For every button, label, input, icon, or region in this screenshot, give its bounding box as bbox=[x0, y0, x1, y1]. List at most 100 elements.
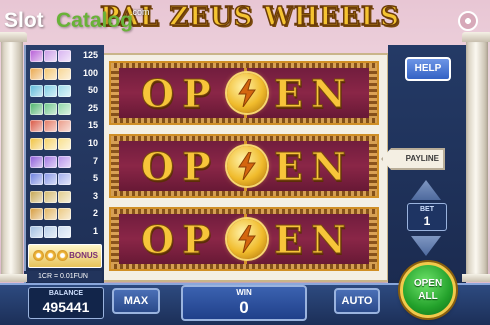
paytable-value: 100 bbox=[82, 67, 98, 78]
bet-label: BET bbox=[420, 206, 434, 213]
win-label: WIN bbox=[236, 288, 252, 297]
bet-display: BET 1 bbox=[407, 203, 447, 231]
balance-value: 495441 bbox=[42, 299, 90, 315]
max-bet-button[interactable]: MAX bbox=[112, 288, 160, 314]
symbol-icon bbox=[30, 85, 43, 98]
symbol-icons bbox=[30, 226, 71, 238]
paytable-value: 3 bbox=[92, 190, 98, 201]
symbol-icon bbox=[44, 102, 57, 115]
symbol-icon bbox=[58, 190, 71, 203]
symbol-icon bbox=[58, 102, 71, 115]
paytable-value: 15 bbox=[87, 120, 98, 131]
lightning-coin-icon bbox=[227, 146, 267, 186]
paytable-row: 1 bbox=[28, 225, 102, 240]
paytable-row: 15 bbox=[28, 119, 102, 134]
symbol-icons bbox=[30, 138, 71, 150]
symbol-icon bbox=[44, 226, 57, 238]
symbol-icon bbox=[44, 138, 57, 150]
symbol-icon bbox=[30, 173, 43, 186]
symbol-icon bbox=[44, 190, 57, 203]
coin-icon bbox=[57, 250, 68, 261]
balance-display: BALANCE 495441 bbox=[28, 287, 104, 319]
paytable-row: 5 bbox=[28, 172, 102, 187]
bonus-label: BONUS bbox=[69, 251, 98, 260]
paytable-row: 10 bbox=[28, 137, 102, 152]
paytable-row: 7 bbox=[28, 155, 102, 170]
autoplay-button[interactable]: AUTO bbox=[334, 288, 380, 314]
symbol-icon bbox=[58, 226, 71, 238]
slotcatalog-watermark: Slot Catalog .com bbox=[4, 7, 164, 35]
open-all-label-line1: OPEN bbox=[413, 278, 443, 289]
symbol-icon bbox=[58, 50, 71, 62]
symbol-icon bbox=[30, 50, 43, 62]
reel-row: OP EN bbox=[109, 61, 379, 125]
paytable-value: 25 bbox=[87, 102, 98, 113]
coin-icon bbox=[33, 250, 44, 261]
paytable-value: 7 bbox=[92, 155, 98, 166]
settings-icon[interactable] bbox=[458, 11, 478, 31]
symbol-icon bbox=[30, 190, 43, 203]
watermark-slot-text: Slot bbox=[4, 9, 44, 32]
payline-button[interactable]: PAYLINE bbox=[381, 148, 445, 170]
symbol-icons bbox=[30, 67, 71, 80]
paytable-value: 1 bbox=[92, 226, 98, 236]
reel-row: OP EN bbox=[109, 207, 379, 271]
paytable-row: 2 bbox=[28, 207, 102, 222]
symbol-icon bbox=[58, 120, 71, 133]
coin-icons bbox=[33, 250, 68, 261]
symbol-icon bbox=[58, 155, 71, 168]
symbol-icon bbox=[30, 226, 43, 238]
symbol-icon bbox=[30, 120, 43, 133]
balance-label: BALANCE bbox=[48, 290, 84, 297]
paytable-row: 100 bbox=[28, 67, 102, 82]
paytable-row: 3 bbox=[28, 190, 102, 205]
win-value: 0 bbox=[239, 298, 249, 317]
reel-area: OP EN OP EN OP EN bbox=[103, 55, 387, 280]
greek-key-border bbox=[111, 141, 119, 191]
reel-symbol-op: OP bbox=[141, 217, 219, 262]
symbol-icons bbox=[30, 190, 71, 203]
open-all-button[interactable]: OPEN ALL bbox=[400, 262, 456, 318]
symbol-icon bbox=[30, 138, 43, 150]
greek-key-border bbox=[111, 214, 119, 264]
coin-icon bbox=[45, 250, 56, 261]
reel-symbol-op: OP bbox=[141, 144, 219, 189]
symbol-icon bbox=[58, 67, 71, 80]
symbol-icons bbox=[30, 173, 71, 186]
symbol-icon bbox=[58, 173, 71, 186]
reel-row: OP EN bbox=[109, 134, 379, 198]
lightning-coin-icon bbox=[227, 219, 267, 259]
greek-key-border bbox=[111, 68, 119, 118]
symbol-icons bbox=[30, 155, 71, 168]
paytable: 125 100 50 25 15 10 7 5 3 2 1 BONUS bbox=[24, 45, 104, 285]
paytable-value: 5 bbox=[92, 173, 98, 184]
reel-symbol-en: EN bbox=[274, 217, 354, 262]
open-all-label-line2: ALL bbox=[418, 291, 438, 302]
symbol-icons bbox=[30, 120, 71, 133]
paytable-value: 2 bbox=[92, 208, 98, 219]
win-display: WIN 0 bbox=[181, 285, 307, 321]
symbol-icon bbox=[44, 208, 57, 221]
paytable-row: 25 bbox=[28, 102, 102, 117]
symbol-icon bbox=[44, 67, 57, 80]
symbol-icon bbox=[58, 208, 71, 221]
reel-symbol-op: OP bbox=[141, 71, 219, 116]
right-column-decoration bbox=[462, 32, 490, 282]
symbol-icons bbox=[30, 208, 71, 221]
left-column-decoration bbox=[0, 32, 27, 282]
bet-value: 1 bbox=[423, 214, 431, 228]
reel-symbol-en: EN bbox=[274, 144, 354, 189]
symbol-icons bbox=[30, 50, 71, 62]
greek-key-border bbox=[369, 214, 377, 264]
help-button[interactable]: HELP bbox=[405, 57, 451, 81]
symbol-icons bbox=[30, 102, 71, 115]
watermark-catalog-text: Catalog bbox=[56, 9, 134, 32]
greek-key-border bbox=[369, 141, 377, 191]
watermark-com-text: .com bbox=[130, 7, 150, 17]
lightning-coin-icon bbox=[227, 73, 267, 113]
symbol-icon bbox=[44, 155, 57, 168]
symbol-icon bbox=[44, 85, 57, 98]
paytable-value: 10 bbox=[87, 138, 98, 148]
symbol-icon bbox=[44, 50, 57, 62]
paytable-row: 50 bbox=[28, 84, 102, 99]
